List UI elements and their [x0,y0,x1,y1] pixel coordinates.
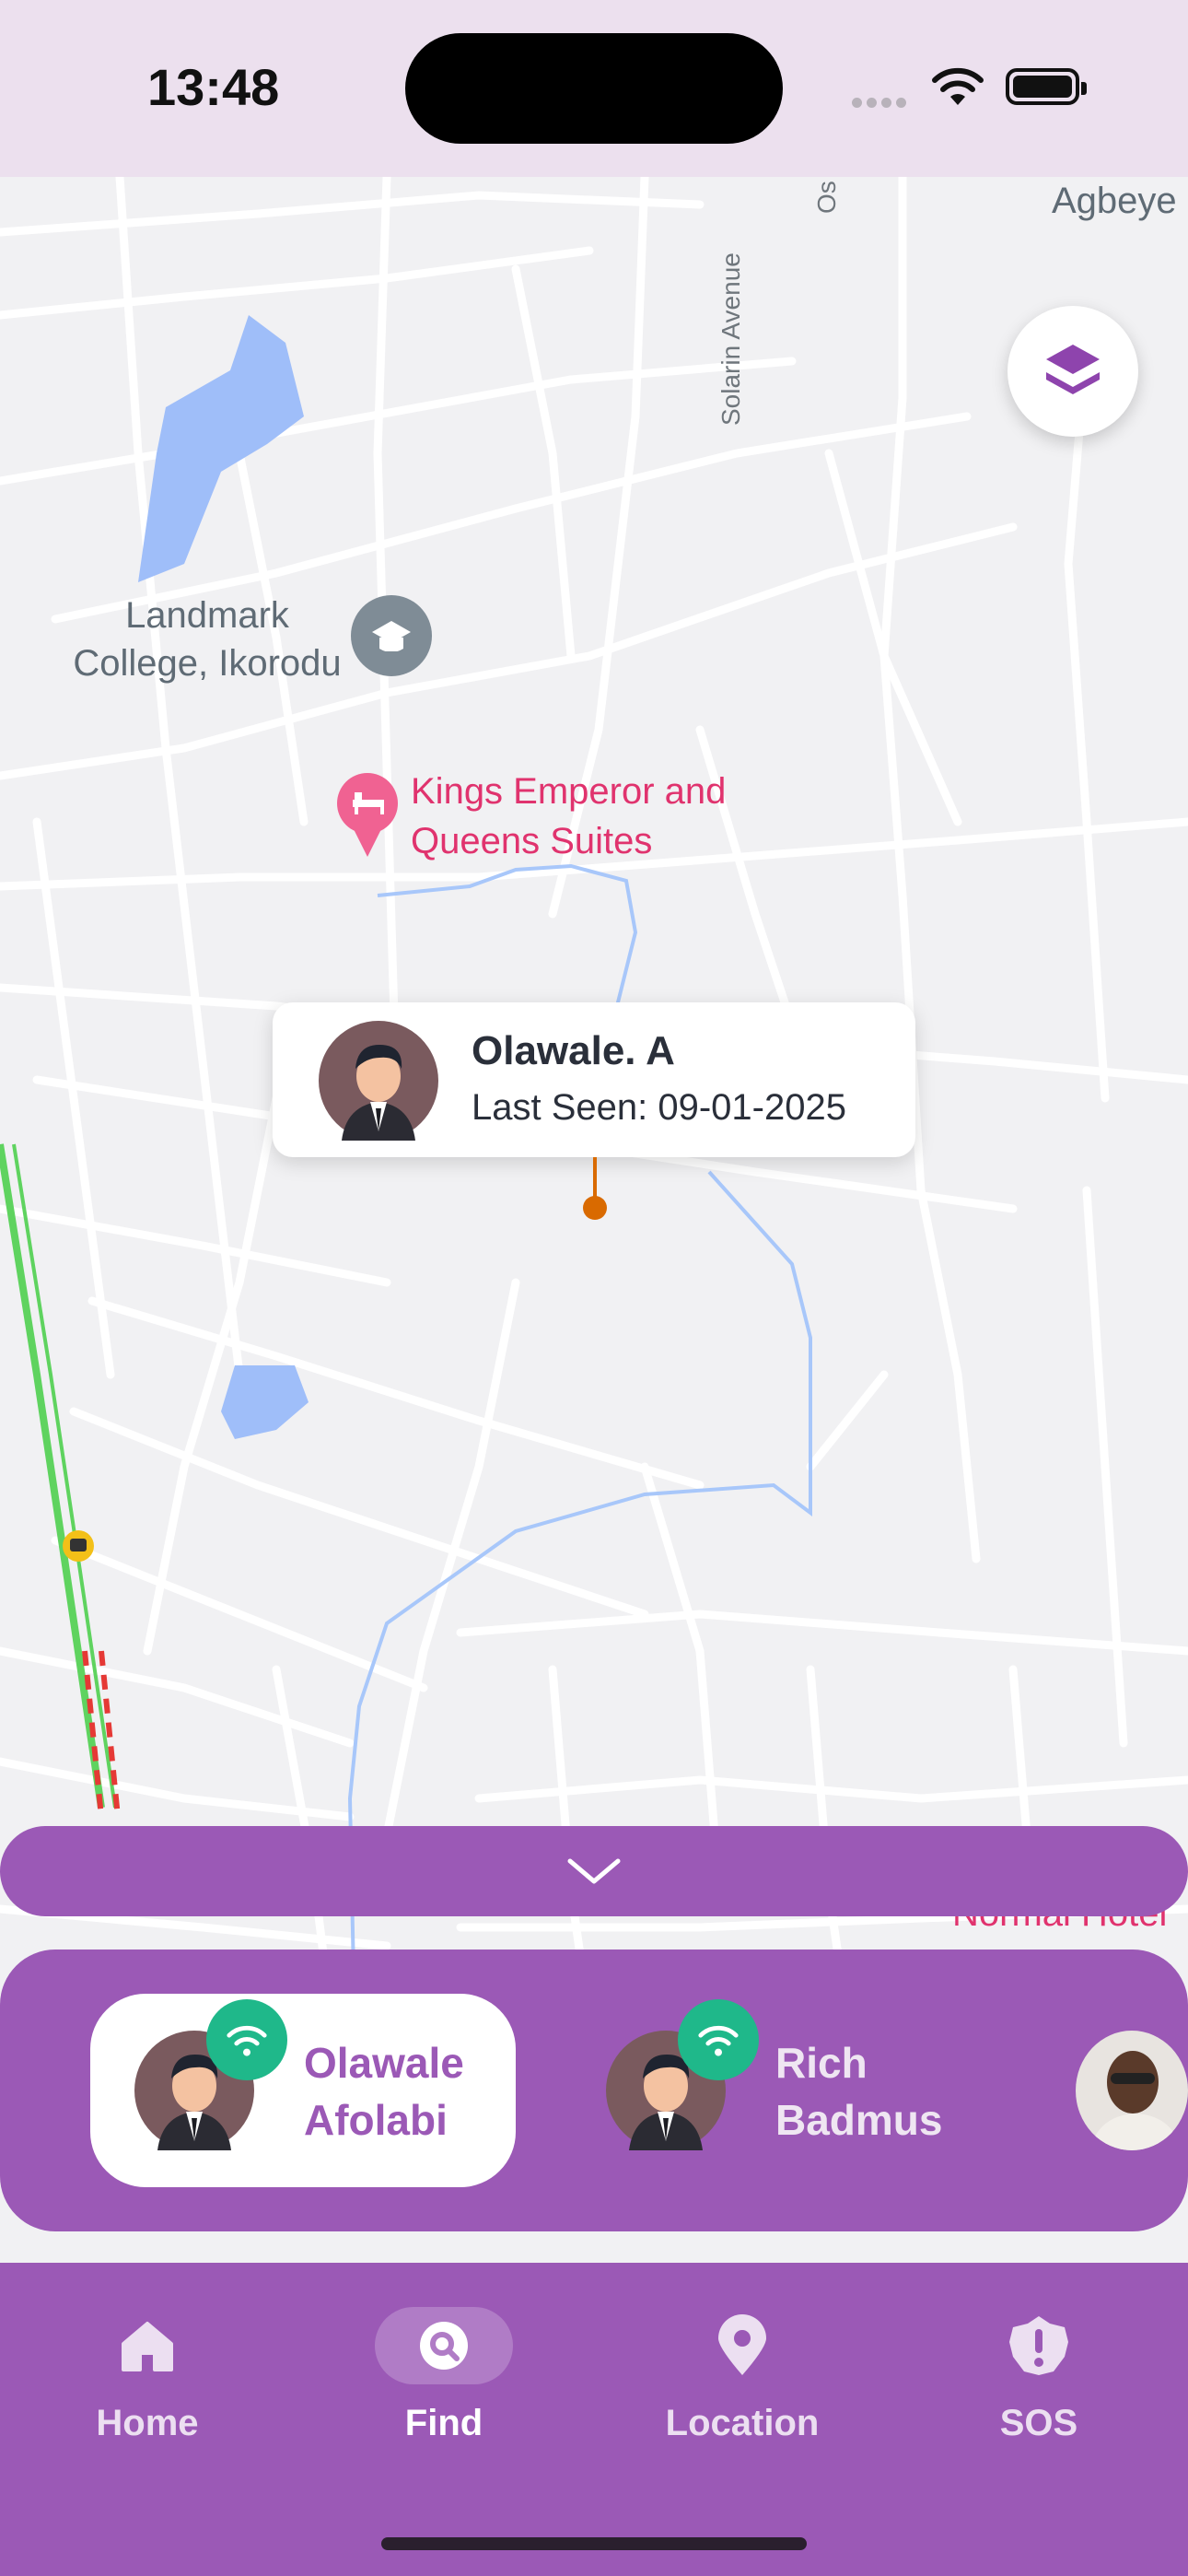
status-bar: 13:48 [0,0,1188,177]
status-time: 13:48 [147,58,280,116]
signal-dots-icon [852,96,911,112]
layers-icon [1046,345,1100,394]
person-name: Rich Badmus [775,2039,943,2144]
location-pin-icon [718,2314,766,2375]
people-panel: Olawale Afolabi Rich Badmus [0,1950,1188,2231]
find-icon [420,2322,468,2370]
wifi-icon [227,2025,267,2056]
tab-label: Home [96,2403,199,2443]
online-status-badge [206,1999,287,2080]
person-photo [1076,2031,1188,2150]
location-pin-dot [583,1196,607,1220]
tab-sos[interactable]: SOS [938,2307,1140,2444]
home-icon [122,2322,173,2371]
tab-label: SOS [999,2403,1078,2443]
person-avatar [319,1021,438,1141]
dynamic-island [405,33,783,144]
home-indicator [381,2537,807,2550]
map-label-area: Agbeye [1052,181,1177,221]
person-card-rich[interactable]: Rich Badmus [562,1994,987,2187]
map-label-street-os: Os [812,181,841,214]
map-label-school: Landmark College, Ikorodu [73,595,342,684]
callout-person-name: Olawale. A [472,1028,675,1073]
chevron-down-icon [567,1858,621,1884]
tab-home[interactable]: Home [46,2307,249,2444]
callout-last-seen: Last Seen: 09-01-2025 [472,1087,846,1128]
person-card-olawale[interactable]: Olawale Afolabi [90,1994,516,2187]
wifi-icon [932,67,984,105]
person-photo-avatar[interactable] [1076,2031,1188,2150]
wifi-icon [698,2025,739,2056]
map-layers-button[interactable] [1007,306,1138,437]
person-name: Olawale Afolabi [304,2039,464,2144]
person-location-callout[interactable]: Olawale. A Last Seen: 09-01-2025 [273,1002,915,1157]
tab-location[interactable]: Location [641,2307,844,2444]
map-label-street-solarin: Solarin Avenue [716,252,745,426]
sos-alert-icon [1009,2316,1068,2375]
collapse-panel-button[interactable] [0,1826,1188,1916]
map-poi-hotel[interactable]: Kings Emperor and Queens Suites [411,767,779,866]
battery-icon [1006,68,1087,105]
tab-find[interactable]: Find [343,2307,545,2444]
bottom-tab-bar: Home Find Location SOS [0,2263,1188,2576]
tab-label: Location [665,2403,820,2443]
online-status-badge [678,1999,759,2080]
tab-label: Find [404,2403,483,2443]
